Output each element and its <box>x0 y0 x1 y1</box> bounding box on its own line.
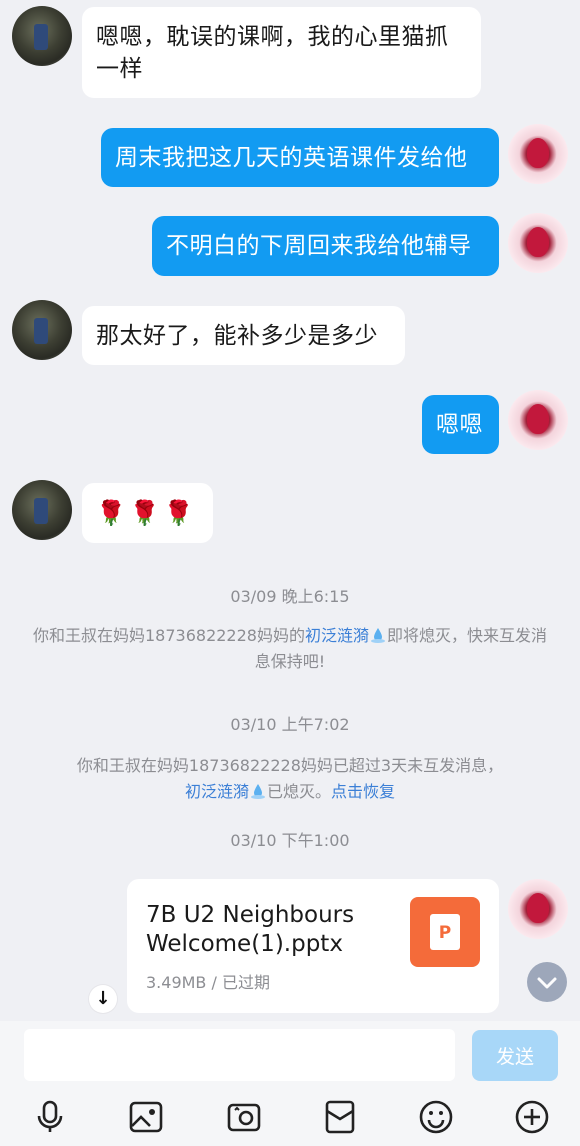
timestamp: 03/09 晚上6:15 <box>230 587 350 606</box>
scroll-to-bottom-button[interactable] <box>527 962 567 1002</box>
message-bubble-incoming[interactable]: 🌹🌹🌹 <box>82 483 213 543</box>
message-text: 嗯嗯 <box>436 412 483 438</box>
file-message-card[interactable]: 7B U2 Neighbours Welcome(1).pptx 3.49MB … <box>127 879 499 1013</box>
timestamp: 03/10 下午1:00 <box>230 831 350 850</box>
contact-avatar[interactable] <box>12 480 72 540</box>
pptx-file-icon: P <box>410 897 480 967</box>
message-text: 那太好了，能补多少是多少 <box>96 323 378 349</box>
my-avatar[interactable] <box>508 390 568 450</box>
notice-text: 你和王叔在妈妈18736822228妈妈已超过3天未互发消息， <box>76 756 504 775</box>
my-avatar[interactable] <box>508 124 568 184</box>
microphone-icon[interactable] <box>32 1099 68 1135</box>
message-bubble-outgoing[interactable]: 不明白的下周回来我给他辅导 <box>152 216 499 276</box>
camera-icon[interactable] <box>226 1099 262 1135</box>
message-bubble-outgoing[interactable]: 嗯嗯 <box>422 395 499 454</box>
message-text: 嗯嗯，耽误的课啊，我的心里猫抓一样 <box>96 24 449 82</box>
message-bubble-outgoing[interactable]: 周末我把这几天的英语课件发给他 <box>101 128 499 187</box>
spark-name-link[interactable]: 初泛涟漪 <box>185 782 249 801</box>
plus-icon[interactable] <box>514 1099 550 1135</box>
send-button[interactable]: 发送 <box>472 1030 558 1081</box>
notice-text: 你和王叔在妈妈18736822228妈妈的 <box>32 626 305 645</box>
file-type-letter: P <box>430 914 460 950</box>
contact-avatar[interactable] <box>12 300 72 360</box>
message-input[interactable] <box>24 1029 455 1081</box>
spark-icon <box>370 628 385 643</box>
chevron-down-icon <box>537 977 557 989</box>
message-bubble-incoming[interactable]: 嗯嗯，耽误的课啊，我的心里猫抓一样 <box>82 7 481 98</box>
input-bar: 发送 <box>0 1021 580 1146</box>
file-meta: 3.49MB / 已过期 <box>146 973 270 992</box>
spark-expired-notice: 你和王叔在妈妈18736822228妈妈已超过3天未互发消息， 初泛涟漪 已熄灭。… <box>20 753 560 805</box>
spark-notice: 你和王叔在妈妈18736822228妈妈的初泛涟漪 即将熄灭，快来互发消息保持吧! <box>32 623 548 675</box>
contact-avatar[interactable] <box>12 6 72 66</box>
message-text: 🌹🌹🌹 <box>96 499 198 527</box>
spark-icon <box>250 784 265 799</box>
message-text: 不明白的下周回来我给他辅导 <box>166 233 472 259</box>
red-packet-icon[interactable] <box>322 1099 358 1135</box>
image-icon[interactable] <box>128 1099 164 1135</box>
my-avatar[interactable] <box>508 213 568 273</box>
restore-link[interactable]: 点击恢复 <box>331 782 395 801</box>
notice-text: 已熄灭。 <box>266 782 331 801</box>
download-arrow-icon[interactable]: ↓ <box>89 985 117 1013</box>
emoji-icon[interactable] <box>418 1099 454 1135</box>
spark-name-link[interactable]: 初泛涟漪 <box>305 626 369 645</box>
message-bubble-incoming[interactable]: 那太好了，能补多少是多少 <box>82 306 405 365</box>
my-avatar[interactable] <box>508 879 568 939</box>
file-name: 7B U2 Neighbours Welcome(1).pptx <box>146 902 355 957</box>
timestamp: 03/10 上午7:02 <box>230 715 350 734</box>
message-text: 周末我把这几天的英语课件发给他 <box>115 145 468 171</box>
